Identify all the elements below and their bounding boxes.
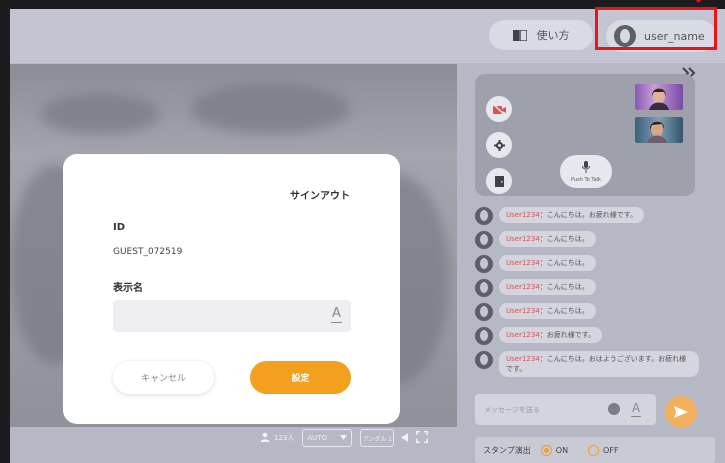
- display-name-label: 表示名: [113, 283, 143, 294]
- chat-message: User1234：こんにちは。: [475, 231, 705, 249]
- signout-dialog: サインアウト ID GUEST_072519 表示名 A キャンセル 設定: [63, 154, 400, 424]
- fullscreen-icon[interactable]: [416, 431, 429, 445]
- chat-avatar-icon: [475, 231, 493, 249]
- font-size-icon[interactable]: A: [630, 402, 642, 417]
- chat-message: User1234：お疲れ様です。: [475, 327, 705, 345]
- chat-separator: ：: [539, 355, 547, 363]
- id-label: ID: [113, 222, 126, 233]
- camera-off-icon: [492, 100, 506, 119]
- send-icon: [674, 403, 688, 422]
- chat-bubble: User1234：こんにちは。: [499, 231, 596, 247]
- chat-bubble: User1234：こんにちは。: [499, 255, 596, 271]
- chat-username[interactable]: User1234: [506, 307, 540, 315]
- chat-message: User1234：こんにちは。おはようございます。お疲れ様です。: [475, 351, 705, 377]
- stamp-effect-label: スタンプ演出: [483, 445, 531, 455]
- chat-log: User1234：こんにちは。お疲れ様です。 User1234：こんにちは。 U…: [475, 207, 705, 383]
- message-placeholder: メッセージを送る: [484, 405, 540, 414]
- chat-avatar-icon: [475, 207, 493, 225]
- video-background-shape: [40, 94, 160, 134]
- chat-message: User1234：こんにちは。: [475, 303, 705, 321]
- chat-text: こんにちは。お疲れ様です。: [546, 211, 638, 219]
- quality-select[interactable]: AUTO: [302, 429, 353, 447]
- viewer-count-value: 123人: [274, 434, 295, 442]
- chat-separator: ：: [539, 235, 547, 243]
- book-icon: [512, 29, 527, 41]
- push-to-talk-label: Push To Talk: [571, 176, 601, 183]
- chat-message: User1234：こんにちは。: [475, 279, 705, 297]
- video-background-shape: [190, 84, 350, 134]
- highlight-annotation-line: [696, 0, 723, 3]
- cancel-button[interactable]: キャンセル: [113, 361, 214, 394]
- camera-off-button[interactable]: [486, 96, 512, 122]
- emoji-icon[interactable]: [608, 403, 620, 415]
- chat-bubble: User1234：お疲れ様です。: [499, 327, 603, 343]
- stamp-off-label: OFF: [603, 445, 619, 455]
- display-name-input[interactable]: [113, 300, 351, 332]
- dialog-title: サインアウト: [290, 191, 350, 202]
- chat-text: こんにちは。: [546, 259, 589, 267]
- id-value: GUEST_072519: [113, 247, 183, 257]
- quality-value: AUTO: [307, 434, 328, 442]
- caret-down-icon: [340, 434, 348, 442]
- chat-separator: ：: [539, 211, 547, 219]
- chat-avatar-icon: [475, 327, 493, 345]
- angle-label: アングル 1: [362, 435, 393, 443]
- chat-bubble: User1234：こんにちは。お疲れ様です。: [499, 207, 645, 223]
- highlight-annotation-box: [595, 7, 717, 50]
- chat-text: こんにちは。: [546, 235, 589, 243]
- angle-button[interactable]: アングル 1: [360, 429, 395, 447]
- person-icon: [260, 432, 270, 444]
- radio-selected-icon[interactable]: [540, 444, 552, 456]
- chat-username[interactable]: User1234: [506, 211, 540, 219]
- viewer-count: 123人: [260, 432, 294, 444]
- chat-separator: ：: [539, 307, 547, 315]
- app-window: 使い方 user_name 123人 AUTO アングル 1 サインアウト ID…: [10, 9, 725, 463]
- chat-bubble: User1234：こんにちは。おはようございます。お疲れ様です。: [499, 351, 699, 377]
- chat-bubble: User1234：こんにちは。: [499, 279, 596, 295]
- speaker-icon[interactable]: [402, 432, 409, 444]
- chat-text: こんにちは。: [546, 283, 589, 291]
- participant-thumbnail[interactable]: [635, 84, 683, 110]
- participant-thumbnail[interactable]: [635, 117, 683, 143]
- chat-text: こんにちは。: [546, 307, 589, 315]
- chat-username[interactable]: User1234: [506, 259, 540, 267]
- settings-button[interactable]: [486, 132, 512, 158]
- chat-avatar-icon: [475, 255, 493, 273]
- stamp-effect-toggle: スタンプ演出 ON OFF: [475, 437, 715, 463]
- chat-separator: ：: [539, 283, 547, 291]
- chat-message: User1234：こんにちは。お疲れ様です。: [475, 207, 705, 225]
- chat-username[interactable]: User1234: [506, 283, 540, 291]
- font-size-icon[interactable]: A: [331, 307, 342, 323]
- stamp-off-option[interactable]: OFF: [588, 444, 619, 456]
- confirm-button[interactable]: 設定: [250, 361, 351, 394]
- chat-separator: ：: [539, 331, 547, 339]
- video-control-bar: 123人 AUTO アングル 1: [260, 429, 429, 447]
- message-input[interactable]: メッセージを送る A: [475, 394, 656, 425]
- howto-label: 使い方: [536, 29, 570, 42]
- howto-button[interactable]: 使い方: [489, 20, 593, 50]
- door-icon: [494, 172, 504, 191]
- chat-username[interactable]: User1234: [506, 235, 540, 243]
- conference-panel: Push To Talk: [475, 74, 695, 196]
- radio-unselected-icon[interactable]: [588, 444, 600, 456]
- chat-username[interactable]: User1234: [506, 355, 540, 363]
- chat-separator: ：: [539, 259, 547, 267]
- chat-text: お疲れ様です。: [546, 331, 596, 339]
- push-to-talk-button[interactable]: Push To Talk: [560, 155, 612, 188]
- exit-room-button[interactable]: [486, 168, 512, 194]
- chat-avatar-icon: [475, 303, 493, 321]
- microphone-icon: [582, 160, 590, 175]
- send-button[interactable]: [665, 396, 697, 428]
- chat-avatar-icon: [475, 351, 493, 369]
- stamp-on-label: ON: [555, 445, 569, 455]
- stamp-on-option[interactable]: ON: [540, 444, 569, 456]
- chat-message: User1234：こんにちは。: [475, 255, 705, 273]
- chat-bubble: User1234：こんにちは。: [499, 303, 596, 319]
- chat-avatar-icon: [475, 279, 493, 297]
- chat-username[interactable]: User1234: [506, 331, 540, 339]
- gear-icon: [493, 136, 505, 155]
